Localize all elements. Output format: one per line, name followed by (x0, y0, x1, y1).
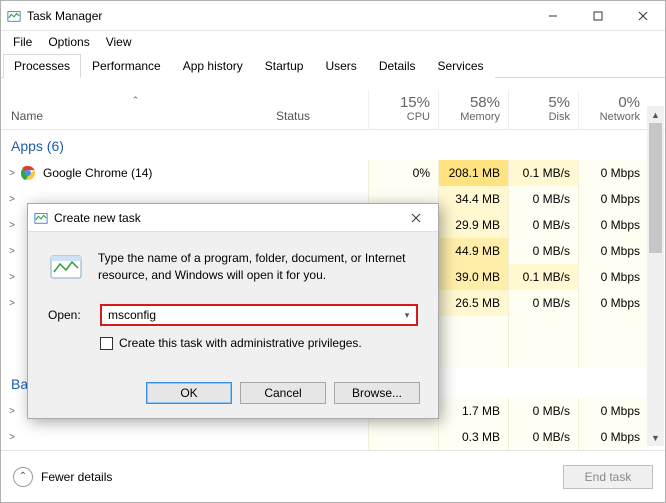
net-cell: 0 Mbps (578, 186, 648, 212)
open-input[interactable] (102, 306, 398, 324)
sort-indicator-icon: ⌃ (11, 95, 260, 109)
col-disk[interactable]: 5% Disk (508, 90, 578, 129)
menubar: File Options View (1, 31, 665, 53)
expand-icon[interactable]: ˃ (1, 298, 19, 309)
mem-cell: 0.3 MB (438, 424, 508, 450)
expand-icon[interactable]: ˃ (1, 432, 19, 443)
cpu-cell (368, 424, 438, 450)
maximize-button[interactable] (575, 1, 620, 31)
dialog-close-button[interactable] (394, 204, 438, 232)
mem-cell: 44.9 MB (438, 238, 508, 264)
ok-button[interactable]: OK (146, 382, 232, 404)
net-cell: 0 Mbps (578, 398, 648, 424)
footer-bar: ⌃ Fewer details End task (1, 450, 665, 502)
mem-cell: 34.4 MB (438, 186, 508, 212)
window-titlebar: Task Manager (1, 1, 665, 31)
dialog-titlebar[interactable]: Create new task (28, 204, 438, 232)
dialog-title: Create new task (54, 211, 394, 225)
menu-file[interactable]: File (5, 33, 40, 51)
disk-cell: 0 MB/s (508, 290, 578, 316)
dialog-message: Type the name of a program, folder, docu… (98, 250, 418, 284)
expand-icon[interactable]: ˃ (1, 272, 19, 283)
admin-label: Create this task with administrative pri… (119, 336, 362, 350)
chevron-down-icon[interactable]: ▾ (398, 310, 416, 321)
disk-cell: 0 MB/s (508, 424, 578, 450)
scroll-down-icon[interactable]: ▼ (647, 429, 664, 446)
col-name[interactable]: ⌃ Name (1, 91, 268, 129)
open-label: Open: (48, 308, 88, 322)
tab-startup[interactable]: Startup (254, 54, 315, 78)
chrome-icon (19, 164, 37, 182)
scroll-up-icon[interactable]: ▲ (647, 106, 664, 123)
close-button[interactable] (620, 1, 665, 31)
tab-app-history[interactable]: App history (172, 54, 254, 78)
vertical-scrollbar[interactable]: ▲ ▼ (647, 106, 664, 446)
tab-details[interactable]: Details (368, 54, 427, 78)
net-cell: 0 Mbps (578, 238, 648, 264)
expand-icon[interactable]: ˃ (1, 168, 19, 179)
net-cell: 0 Mbps (578, 424, 648, 450)
net-cell: 0 Mbps (578, 212, 648, 238)
tab-strip: Processes Performance App history Startu… (1, 53, 665, 78)
dialog-icon (28, 211, 54, 225)
open-combobox[interactable]: ▾ (100, 304, 418, 326)
metric-cell (578, 316, 648, 342)
disk-cell: 0.1 MB/s (508, 264, 578, 290)
net-cell: 0 Mbps (578, 290, 648, 316)
disk-cell: 0 MB/s (508, 238, 578, 264)
metric-cell (578, 342, 648, 368)
column-headers: ⌃ Name Status 15% CPU 58% Memory 5% Disk… (1, 78, 665, 130)
metric-cell (438, 316, 508, 342)
group-apps[interactable]: Apps (6) (1, 130, 665, 160)
admin-checkbox[interactable] (100, 337, 113, 350)
run-icon (48, 250, 84, 286)
col-status[interactable]: Status (268, 105, 368, 129)
net-cell: 0 Mbps (578, 160, 648, 186)
mem-cell: 1.7 MB (438, 398, 508, 424)
expand-icon[interactable]: ˃ (1, 194, 19, 205)
disk-cell: 0 MB/s (508, 186, 578, 212)
browse-button[interactable]: Browse... (334, 382, 420, 404)
table-row[interactable]: ˃ Google Chrome (14) 0%208.1 MB0.1 MB/s0 M… (1, 160, 665, 186)
scroll-thumb[interactable] (649, 123, 662, 253)
mem-cell: 208.1 MB (438, 160, 508, 186)
menu-options[interactable]: Options (40, 33, 97, 51)
menu-view[interactable]: View (98, 33, 140, 51)
cpu-cell: 0% (368, 160, 438, 186)
tab-processes[interactable]: Processes (3, 54, 81, 78)
metric-cell (438, 342, 508, 368)
col-network[interactable]: 0% Network (578, 90, 648, 129)
chevron-up-icon: ⌃ (13, 467, 33, 487)
process-name: Google Chrome (14) (37, 166, 268, 180)
tab-users[interactable]: Users (314, 54, 367, 78)
app-icon (1, 9, 27, 23)
disk-cell: 0 MB/s (508, 398, 578, 424)
col-memory[interactable]: 58% Memory (438, 90, 508, 129)
expand-icon[interactable]: ˃ (1, 406, 19, 417)
window-title: Task Manager (27, 9, 530, 23)
metric-cell (508, 316, 578, 342)
net-cell: 0 Mbps (578, 264, 648, 290)
fewer-details-button[interactable]: ⌃ Fewer details (13, 467, 112, 487)
metric-cell (508, 342, 578, 368)
end-task-button[interactable]: End task (563, 465, 653, 489)
col-cpu[interactable]: 15% CPU (368, 90, 438, 129)
disk-cell: 0 MB/s (508, 212, 578, 238)
expand-icon[interactable]: ˃ (1, 246, 19, 257)
mem-cell: 26.5 MB (438, 290, 508, 316)
app-icon (19, 428, 37, 446)
mem-cell: 29.9 MB (438, 212, 508, 238)
mem-cell: 39.0 MB (438, 264, 508, 290)
tab-performance[interactable]: Performance (81, 54, 172, 78)
minimize-button[interactable] (530, 1, 575, 31)
create-task-dialog: Create new task Type the name of a progr… (27, 203, 439, 419)
table-row[interactable]: ˃ 0.3 MB0 MB/s0 Mbps (1, 424, 665, 450)
expand-icon[interactable]: ˃ (1, 220, 19, 231)
disk-cell: 0.1 MB/s (508, 160, 578, 186)
tab-services[interactable]: Services (427, 54, 495, 78)
cancel-button[interactable]: Cancel (240, 382, 326, 404)
